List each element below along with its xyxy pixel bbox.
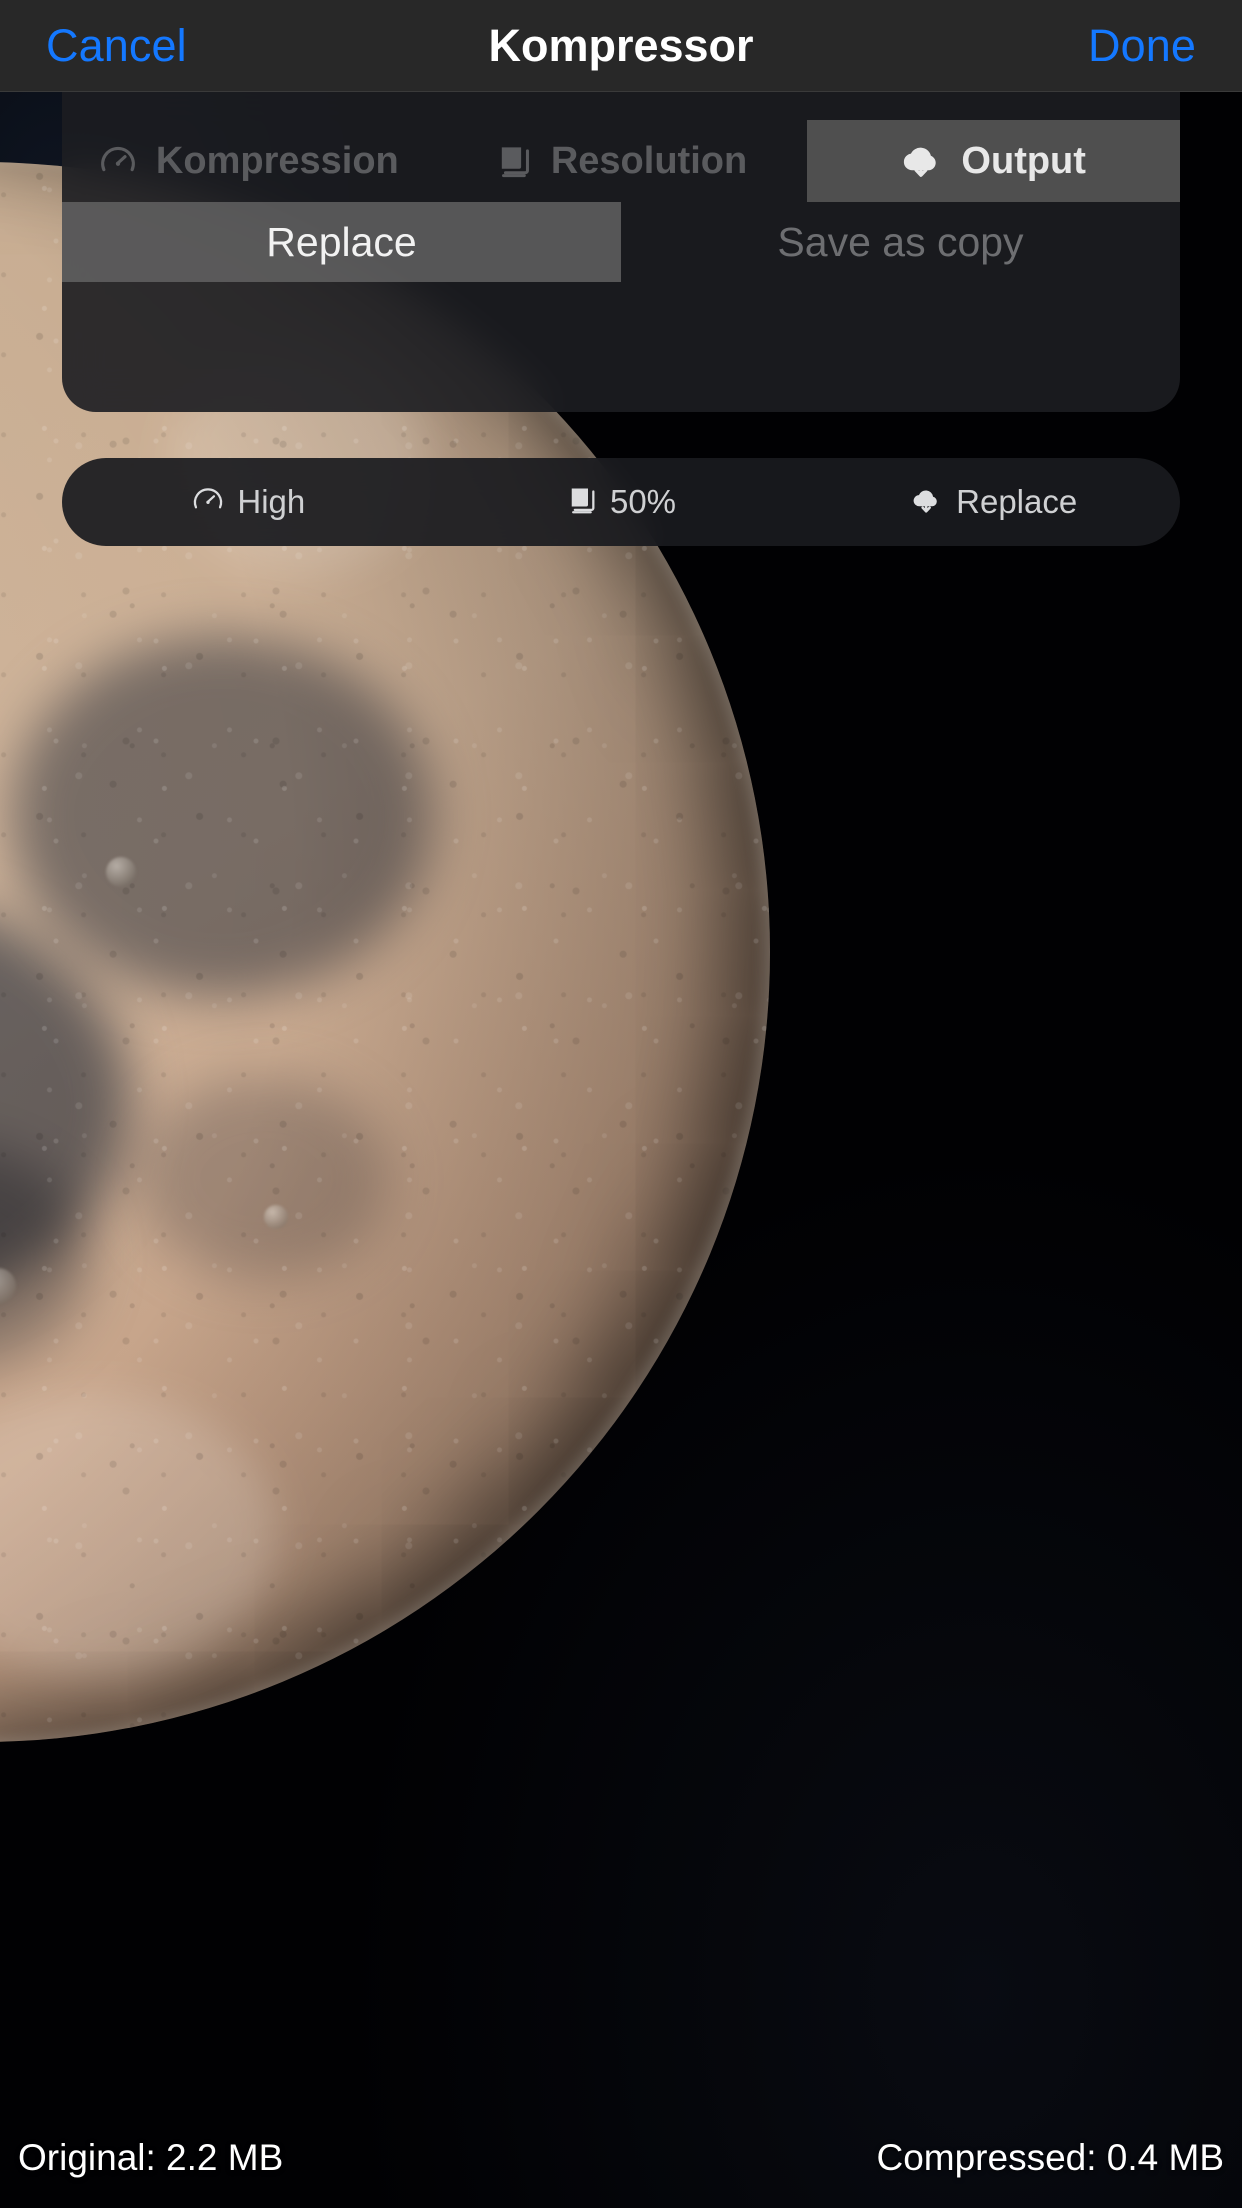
tab-resolution-label: Resolution bbox=[550, 139, 748, 182]
layers-icon bbox=[566, 484, 598, 521]
output-mode-segmented-control: Replace Save as copy bbox=[62, 202, 1180, 282]
gauge-icon bbox=[191, 483, 225, 522]
cloud-download-icon bbox=[910, 483, 944, 522]
gauge-icon bbox=[98, 141, 138, 181]
settings-tab-bar: Kompression Resolution Output bbox=[62, 120, 1180, 202]
summary-resolution-label: 50% bbox=[609, 483, 677, 520]
summary-quality[interactable]: High bbox=[62, 458, 435, 546]
cloud-download-icon bbox=[901, 140, 943, 182]
tab-output[interactable]: Output bbox=[807, 120, 1180, 202]
app-screen: Cancel Kompressor Done Kompression Resol… bbox=[0, 0, 1242, 2208]
settings-summary-pill[interactable]: High 50% Replace bbox=[62, 458, 1180, 546]
output-mode-replace[interactable]: Replace bbox=[62, 202, 621, 282]
output-settings-panel: Kompression Resolution Output Replace Sa… bbox=[62, 92, 1180, 412]
layers-icon bbox=[495, 142, 533, 180]
tab-kompression[interactable]: Kompression bbox=[62, 120, 435, 202]
summary-quality-label: High bbox=[237, 483, 306, 520]
tab-resolution[interactable]: Resolution bbox=[435, 120, 808, 202]
done-button[interactable]: Done bbox=[1088, 20, 1196, 72]
summary-output[interactable]: Replace bbox=[807, 458, 1180, 546]
tab-kompression-label: Kompression bbox=[155, 139, 399, 182]
tab-output-label: Output bbox=[961, 139, 1086, 182]
summary-resolution[interactable]: 50% bbox=[435, 458, 808, 546]
navigation-bar: Cancel Kompressor Done bbox=[0, 0, 1242, 92]
cancel-button[interactable]: Cancel bbox=[46, 20, 187, 72]
summary-output-label: Replace bbox=[956, 483, 1078, 520]
output-mode-save-as-copy[interactable]: Save as copy bbox=[621, 202, 1180, 282]
